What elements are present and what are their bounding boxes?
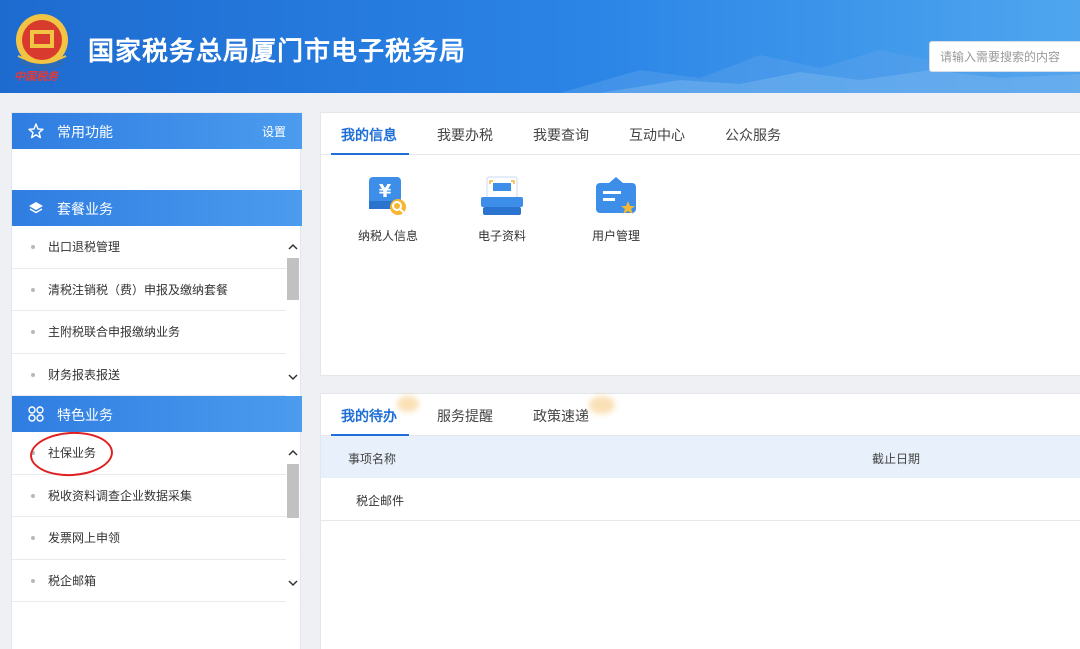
- list-item[interactable]: 社保业务: [12, 432, 302, 475]
- tab-service-reminder[interactable]: 服务提醒: [437, 406, 493, 426]
- info-panel: 我的信息 我要办税 我要查询 互动中心 公众服务 ¥ 纳税人信息 电子资料 用户…: [320, 112, 1080, 376]
- chevron-up-icon[interactable]: [286, 446, 300, 460]
- special-list-scrollbar[interactable]: [286, 432, 300, 602]
- e-document-app[interactable]: 电子资料: [457, 175, 547, 244]
- package-list-scrollbar[interactable]: [286, 226, 300, 396]
- table-row[interactable]: 税企邮件: [321, 478, 1080, 521]
- column-header-item-name: 事项名称: [348, 452, 397, 466]
- scrollbar-thumb[interactable]: [287, 464, 299, 518]
- user-management-icon: [596, 177, 636, 214]
- settings-link[interactable]: 设置: [262, 123, 286, 140]
- info-tabs: 我的信息 我要办税 我要查询 互动中心 公众服务: [321, 113, 1080, 155]
- star-icon: [28, 123, 44, 139]
- special-services-list: 社保业务 税收资料调查企业数据采集 发票网上申领 税企邮箱: [12, 432, 302, 602]
- notification-badge-blur: [589, 396, 615, 414]
- app-label: 电子资料: [477, 229, 526, 243]
- package-services-header[interactable]: 套餐业务: [12, 190, 302, 226]
- chevron-down-icon[interactable]: [286, 370, 300, 384]
- list-item-label: 财务报表报送: [48, 367, 121, 382]
- common-functions-title: 常用功能: [57, 125, 113, 141]
- app-label: 用户管理: [591, 229, 640, 243]
- site-title: 国家税务总局厦门市电子税务局: [88, 37, 467, 67]
- tab-inquiry[interactable]: 我要查询: [533, 125, 589, 145]
- bullet: [31, 245, 35, 249]
- list-item[interactable]: 税企邮箱: [12, 560, 302, 602]
- list-item[interactable]: 税收资料调查企业数据采集: [12, 475, 302, 517]
- bullet: [31, 287, 35, 292]
- svg-text:¥: ¥: [379, 181, 392, 202]
- emblem-caption: 中国税务: [14, 70, 58, 83]
- list-item-label: 税企邮箱: [48, 573, 97, 588]
- tab-my-todo[interactable]: 我的待办: [341, 406, 397, 426]
- grid-icon: [28, 406, 44, 422]
- todo-tabs: 我的待办 服务提醒 政策速递: [321, 394, 1080, 436]
- sidebar: 常用功能 设置 套餐业务 出口退税管理 清税注销税（费）申报及缴纳套餐 主附税联…: [11, 112, 302, 649]
- list-item-label: 清税注销税（费）申报及缴纳套餐: [48, 282, 229, 297]
- e-document-icon: [481, 176, 523, 215]
- notification-badge-blur: [397, 396, 419, 412]
- active-tab-indicator: [331, 153, 409, 155]
- bullet: [31, 372, 35, 377]
- scrollbar-thumb[interactable]: [287, 258, 299, 300]
- list-item[interactable]: 出口退税管理: [12, 226, 302, 269]
- todo-panel: 我的待办 服务提醒 政策速递 事项名称 截止日期 税企邮件: [320, 393, 1080, 649]
- tab-public-service[interactable]: 公众服务: [725, 125, 781, 145]
- taxpayer-info-app[interactable]: ¥ 纳税人信息: [343, 175, 433, 244]
- app-label: 纳税人信息: [357, 229, 418, 243]
- list-item[interactable]: 发票网上申领: [12, 517, 302, 560]
- special-services-header[interactable]: 特色业务: [12, 396, 302, 432]
- list-item-label: 税收资料调查企业数据采集: [48, 488, 193, 503]
- column-header-deadline: 截止日期: [872, 452, 921, 466]
- list-item[interactable]: 清税注销税（费）申报及缴纳套餐: [12, 269, 302, 311]
- list-item-label: 社保业务: [48, 446, 97, 460]
- bullet: [31, 536, 35, 540]
- package-services-title: 套餐业务: [57, 202, 113, 218]
- list-item[interactable]: 主附税联合申报缴纳业务: [12, 311, 302, 354]
- layers-icon: [29, 202, 43, 214]
- tab-policy-express[interactable]: 政策速递: [533, 406, 589, 426]
- site-header: 中国税务 国家税务总局厦门市电子税务局: [0, 0, 1080, 93]
- list-item-label: 主附税联合申报缴纳业务: [48, 325, 181, 339]
- user-management-app[interactable]: 用户管理: [571, 175, 661, 244]
- common-functions-header: 常用功能 设置: [12, 113, 302, 149]
- tab-tax-handling[interactable]: 我要办税: [437, 125, 493, 145]
- todo-table-header: 事项名称 截止日期: [321, 436, 1080, 478]
- chevron-down-icon[interactable]: [286, 576, 300, 590]
- bullet: [31, 578, 35, 583]
- tab-my-info[interactable]: 我的信息: [341, 125, 397, 145]
- bullet: [31, 330, 35, 334]
- list-item[interactable]: 财务报表报送: [12, 354, 302, 396]
- taxpayer-info-icon: ¥: [369, 177, 406, 215]
- tab-interaction-center[interactable]: 互动中心: [629, 125, 685, 145]
- search-input[interactable]: [929, 41, 1080, 72]
- bullet: [31, 493, 35, 498]
- package-services-list: 出口退税管理 清税注销税（费）申报及缴纳套餐 主附税联合申报缴纳业务 财务报表报…: [12, 226, 302, 396]
- todo-item-name: 税企邮件: [356, 494, 405, 508]
- list-item-label: 发票网上申领: [48, 531, 121, 545]
- chevron-up-icon[interactable]: [286, 240, 300, 254]
- list-item-label: 出口退税管理: [48, 240, 121, 254]
- special-services-title: 特色业务: [57, 408, 113, 424]
- bullet: [31, 451, 35, 455]
